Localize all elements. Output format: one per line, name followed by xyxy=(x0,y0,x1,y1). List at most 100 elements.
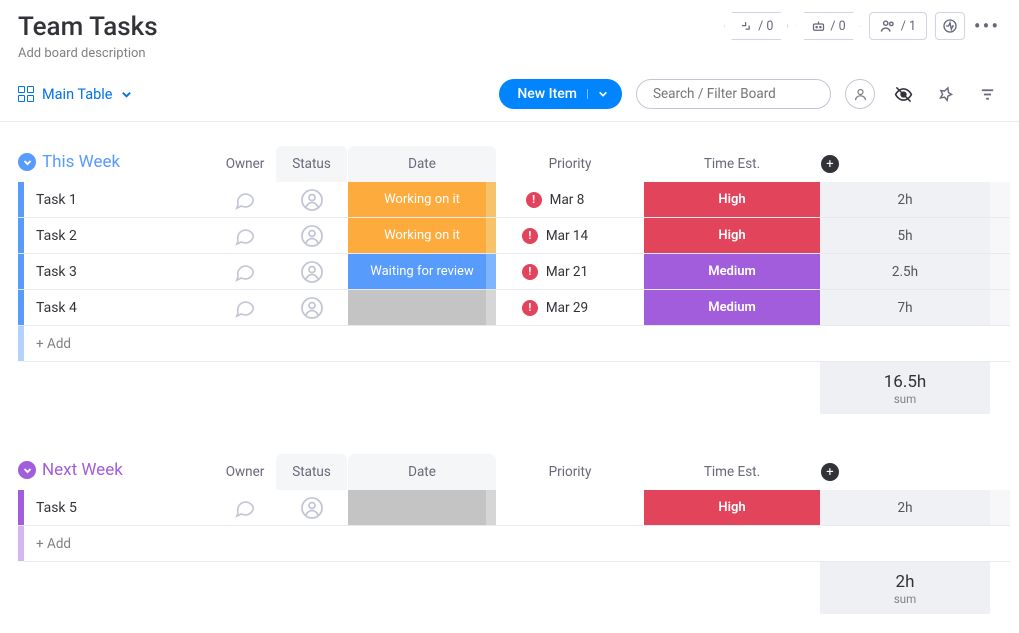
pin-button[interactable] xyxy=(931,80,959,108)
status-accent xyxy=(486,290,496,325)
board-description[interactable]: Add board description xyxy=(18,46,158,61)
column-header-priority[interactable]: Priority xyxy=(496,454,644,490)
person-icon xyxy=(300,188,324,212)
column-header-owner[interactable]: Owner xyxy=(214,454,276,490)
status-accent xyxy=(486,218,496,253)
column-header-status[interactable]: Status xyxy=(276,454,348,490)
group-header[interactable]: Next Week xyxy=(18,454,214,490)
priority-cell[interactable]: Medium xyxy=(644,254,820,290)
new-item-dropdown[interactable] xyxy=(587,89,608,99)
date-label: Mar 8 xyxy=(550,192,585,208)
plug-icon xyxy=(739,19,754,34)
column-header-time[interactable]: Time Est. xyxy=(644,146,820,182)
column-header-time[interactable]: Time Est. xyxy=(644,454,820,490)
column-header-date[interactable]: Date xyxy=(348,146,496,182)
time-cell[interactable]: 2h xyxy=(820,490,990,526)
integration-badge-2[interactable]: / 0 xyxy=(796,12,860,40)
view-switcher[interactable]: Main Table xyxy=(18,86,132,103)
group-name[interactable]: This Week xyxy=(42,152,120,172)
priority-cell[interactable]: High xyxy=(644,182,820,218)
more-menu[interactable]: ••• xyxy=(973,12,1001,40)
status-accent xyxy=(486,182,496,217)
row-color-bar xyxy=(18,326,24,362)
integration-badge-2-count: / 0 xyxy=(830,19,845,34)
date-cell[interactable]: !Mar 29 xyxy=(496,290,644,326)
owner-cell[interactable] xyxy=(276,290,348,326)
task-name[interactable]: Task 5 xyxy=(24,490,214,526)
people-badge[interactable]: / 1 xyxy=(869,12,927,40)
chat-button[interactable] xyxy=(214,254,276,290)
collapse-toggle[interactable] xyxy=(18,461,36,479)
task-name[interactable]: Task 4 xyxy=(24,290,214,326)
status-cell[interactable] xyxy=(348,290,496,326)
table-row[interactable]: Task 4 !Mar 29Medium7h xyxy=(18,290,1001,326)
chat-button[interactable] xyxy=(214,218,276,254)
task-name[interactable]: Task 3 xyxy=(24,254,214,290)
task-name[interactable]: Task 1 xyxy=(24,182,214,218)
sum-value: 2h xyxy=(820,572,990,592)
integration-badge-1[interactable]: / 0 xyxy=(724,12,788,40)
chat-button[interactable] xyxy=(214,182,276,218)
priority-cell[interactable]: High xyxy=(644,490,820,526)
priority-cell[interactable]: Medium xyxy=(644,290,820,326)
add-row[interactable]: + Add xyxy=(18,526,1001,562)
chat-button[interactable] xyxy=(214,290,276,326)
column-header-owner[interactable]: Owner xyxy=(214,146,276,182)
add-column-button[interactable]: + xyxy=(821,463,839,481)
chevron-down-icon xyxy=(598,89,608,99)
status-label: Waiting for review xyxy=(370,264,473,279)
row-color-bar xyxy=(18,526,24,562)
group-header[interactable]: This Week xyxy=(18,146,214,182)
status-cell[interactable]: Working on it xyxy=(348,218,496,254)
column-header-status[interactable]: Status xyxy=(276,146,348,182)
owner-cell[interactable] xyxy=(276,254,348,290)
task-name[interactable]: Task 2 xyxy=(24,218,214,254)
time-cell[interactable]: 7h xyxy=(820,290,990,326)
table-row[interactable]: Task 5 High2h xyxy=(18,490,1001,526)
time-cell[interactable]: 2.5h xyxy=(820,254,990,290)
time-cell[interactable]: 5h xyxy=(820,218,990,254)
column-header-priority[interactable]: Priority xyxy=(496,146,644,182)
chat-icon xyxy=(234,497,256,519)
add-column-button[interactable]: + xyxy=(821,155,839,173)
date-cell[interactable]: !Mar 21 xyxy=(496,254,644,290)
chat-icon xyxy=(234,297,256,319)
status-accent xyxy=(486,490,496,525)
chat-button[interactable] xyxy=(214,490,276,526)
board-title[interactable]: Team Tasks xyxy=(18,12,158,42)
table-row[interactable]: Task 2 Working on it!Mar 14High5h xyxy=(18,218,1001,254)
owner-cell[interactable] xyxy=(276,182,348,218)
chevron-down-icon xyxy=(121,89,132,100)
activity-badge[interactable] xyxy=(935,12,965,40)
owner-cell[interactable] xyxy=(276,218,348,254)
search-input[interactable] xyxy=(653,86,814,102)
collapse-toggle[interactable] xyxy=(18,153,36,171)
chevron-down-icon xyxy=(23,158,32,167)
search-input-wrap[interactable] xyxy=(636,79,831,109)
person-filter[interactable] xyxy=(845,79,875,109)
alert-icon: ! xyxy=(522,300,538,316)
sum-cell: 2hsum xyxy=(820,562,990,614)
status-cell[interactable]: Waiting for review xyxy=(348,254,496,290)
dots-icon: ••• xyxy=(974,14,1000,38)
add-row-label: + Add xyxy=(24,526,990,562)
filter-button[interactable] xyxy=(973,80,1001,108)
pin-icon xyxy=(937,86,954,103)
column-header-date[interactable]: Date xyxy=(348,454,496,490)
status-cell[interactable] xyxy=(348,490,496,526)
time-cell[interactable]: 2h xyxy=(820,182,990,218)
date-cell[interactable]: !Mar 8 xyxy=(496,182,644,218)
date-cell[interactable]: !Mar 14 xyxy=(496,218,644,254)
table-row[interactable]: Task 1 Working on it!Mar 8High2h xyxy=(18,182,1001,218)
group-name[interactable]: Next Week xyxy=(42,460,123,480)
hide-columns[interactable] xyxy=(889,80,917,108)
table-row[interactable]: Task 3 Waiting for review !Mar 21Medium2.5… xyxy=(18,254,1001,290)
table-icon xyxy=(18,86,34,102)
date-label: Mar 21 xyxy=(546,264,588,280)
new-item-button[interactable]: New Item xyxy=(499,79,622,109)
date-cell[interactable] xyxy=(496,490,644,526)
priority-cell[interactable]: High xyxy=(644,218,820,254)
owner-cell[interactable] xyxy=(276,490,348,526)
status-cell[interactable]: Working on it xyxy=(348,182,496,218)
add-row[interactable]: + Add xyxy=(18,326,1001,362)
